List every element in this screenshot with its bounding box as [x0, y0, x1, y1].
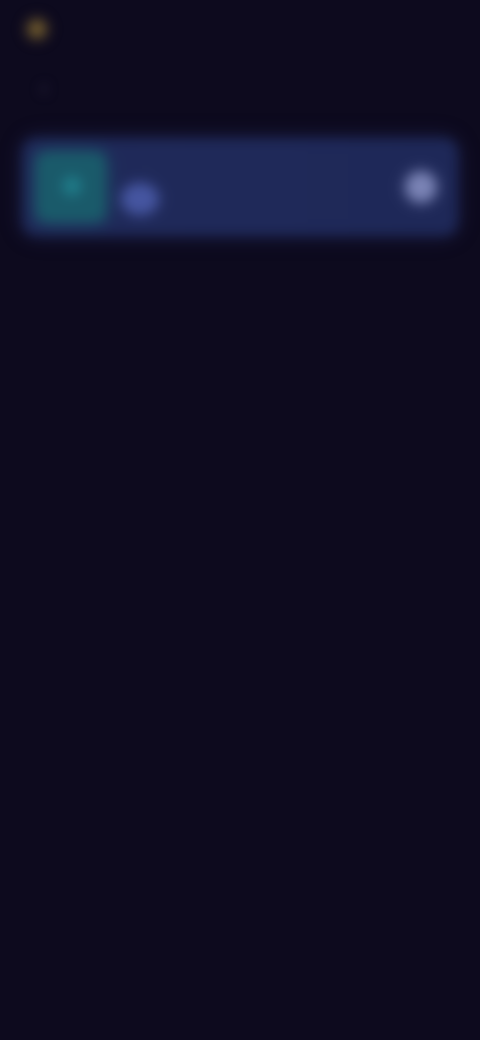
card-title: [168, 172, 288, 188]
app-screen: ‹: [0, 0, 480, 1040]
back-arrow-icon: ‹: [40, 75, 48, 100]
back-button[interactable]: ‹: [24, 70, 64, 106]
action-icon[interactable]: [406, 172, 436, 202]
blurred-scene: ‹: [0, 0, 480, 1040]
app-logo[interactable]: [28, 14, 138, 44]
tile-glyph-icon: [62, 176, 82, 196]
page-title: [140, 76, 340, 98]
app-logo-icon: [28, 20, 46, 38]
tile-icon: [36, 152, 106, 222]
avatar-icon: [122, 184, 158, 214]
card-subtitle: [168, 194, 288, 206]
list-card[interactable]: [22, 138, 458, 236]
